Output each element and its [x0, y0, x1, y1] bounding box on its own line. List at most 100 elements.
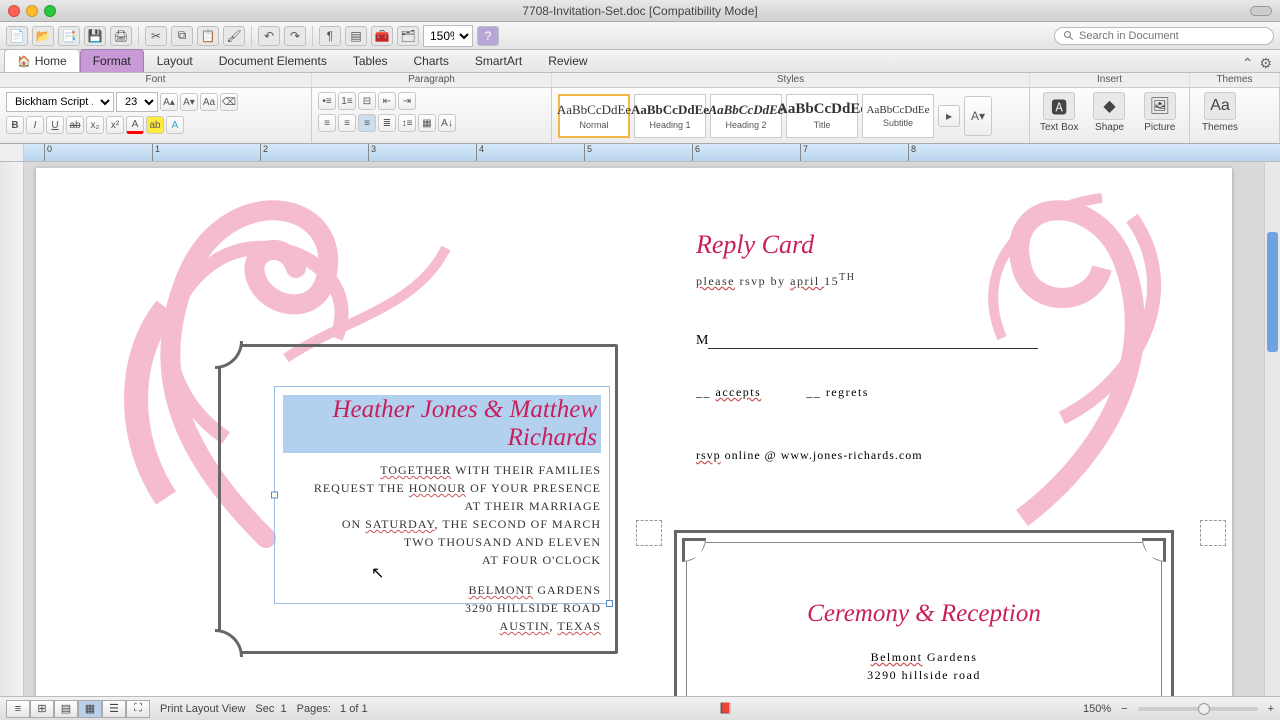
- tab-smartart[interactable]: SmartArt: [462, 49, 535, 72]
- styles-pane-icon[interactable]: A▾: [964, 96, 992, 136]
- align-left-button[interactable]: ≡: [318, 114, 336, 132]
- redo-icon[interactable]: ↷: [284, 26, 306, 46]
- view-print-button[interactable]: ▦: [78, 700, 102, 718]
- subscript-button[interactable]: x₂: [86, 116, 104, 134]
- search-box[interactable]: [1054, 27, 1274, 45]
- tab-format[interactable]: Format: [80, 49, 144, 72]
- titlebar-pill[interactable]: [1250, 6, 1272, 16]
- zoom-slider[interactable]: [1138, 707, 1258, 711]
- insert-picture[interactable]: 🖼Picture: [1137, 92, 1183, 139]
- change-case-icon[interactable]: Aa: [200, 93, 218, 111]
- insert-shape[interactable]: ◆Shape: [1086, 92, 1132, 139]
- gallery-icon[interactable]: 🗂: [397, 26, 419, 46]
- multilevel-button[interactable]: ⊟: [358, 92, 376, 110]
- view-fullscreen-button[interactable]: ⛶: [126, 700, 150, 718]
- invitation-textbox[interactable]: Heather Jones & Matthew Richards Togethe…: [274, 386, 610, 604]
- tab-review[interactable]: Review: [535, 49, 600, 72]
- scroll-thumb[interactable]: [1267, 232, 1278, 352]
- undo-icon[interactable]: ↶: [258, 26, 280, 46]
- style-title[interactable]: AaBbCcDdEeTitle: [786, 94, 858, 138]
- italic-button[interactable]: I: [26, 116, 44, 134]
- zoom-in-button[interactable]: +: [1268, 703, 1274, 715]
- invite-line-1[interactable]: Together with their families: [283, 461, 601, 479]
- ruler-horizontal[interactable]: 012345678: [0, 144, 1280, 162]
- font-color-button[interactable]: A: [126, 116, 144, 134]
- close-icon[interactable]: [8, 5, 20, 17]
- tab-home[interactable]: Home: [4, 49, 80, 72]
- zoom-icon[interactable]: [44, 5, 56, 17]
- text-effects-button[interactable]: A: [166, 116, 184, 134]
- new-doc-icon[interactable]: 📄: [6, 26, 28, 46]
- couple-names[interactable]: Heather Jones & Matthew Richards: [283, 395, 601, 453]
- align-center-button[interactable]: ≡: [338, 114, 356, 132]
- styles-more-icon[interactable]: ▸: [938, 105, 960, 127]
- numbering-button[interactable]: 1≡: [338, 92, 356, 110]
- print-icon[interactable]: 🖨: [110, 26, 132, 46]
- invite-line-4[interactable]: on Saturday, the second of March: [283, 515, 601, 533]
- cut-icon[interactable]: ✂: [145, 26, 167, 46]
- decrease-indent-button[interactable]: ⇤: [378, 92, 396, 110]
- invite-line-2[interactable]: request the honour of your presence: [283, 479, 601, 497]
- scrollbar-vertical[interactable]: [1264, 162, 1280, 696]
- open-icon[interactable]: 📂: [32, 26, 54, 46]
- ruler-vertical[interactable]: [0, 162, 24, 696]
- shading-button[interactable]: ▦: [418, 114, 436, 132]
- line-spacing-button[interactable]: ↕≡: [398, 114, 416, 132]
- style-normal[interactable]: AaBbCcDdEeNormal: [558, 94, 630, 138]
- view-notebook-button[interactable]: ☰: [102, 700, 126, 718]
- collapse-ribbon-icon[interactable]: ⌃: [1242, 55, 1254, 72]
- view-publishing-button[interactable]: ▤: [54, 700, 78, 718]
- resize-handle-left[interactable]: [271, 492, 278, 499]
- style-subtitle[interactable]: AaBbCcDdEeSubtitle: [862, 94, 934, 138]
- tab-tables[interactable]: Tables: [340, 49, 401, 72]
- invite-venue[interactable]: Belmont Gardens: [283, 581, 601, 599]
- insert-textbox[interactable]: 🅰Text Box: [1036, 92, 1082, 139]
- sort-button[interactable]: A↓: [438, 114, 456, 132]
- spell-icon[interactable]: 📕: [718, 702, 732, 715]
- resize-handle-br[interactable]: [606, 600, 613, 607]
- justify-button[interactable]: ≣: [378, 114, 396, 132]
- invite-line-5[interactable]: two thousand and eleven: [283, 533, 601, 551]
- document-page[interactable]: Heather Jones & Matthew Richards Togethe…: [36, 168, 1232, 696]
- bullets-button[interactable]: •≡: [318, 92, 336, 110]
- invite-address[interactable]: 3290 hillside road: [283, 599, 601, 617]
- superscript-button[interactable]: x²: [106, 116, 124, 134]
- zoom-knob[interactable]: [1198, 703, 1210, 715]
- template-icon[interactable]: 📑: [58, 26, 80, 46]
- tab-charts[interactable]: Charts: [401, 49, 462, 72]
- style-heading1[interactable]: AaBbCcDdEeHeading 1: [634, 94, 706, 138]
- increase-indent-button[interactable]: ⇥: [398, 92, 416, 110]
- copy-icon[interactable]: ⧉: [171, 26, 193, 46]
- save-icon[interactable]: 💾: [84, 26, 106, 46]
- sidebar-icon[interactable]: ▤: [345, 26, 367, 46]
- style-heading2[interactable]: AaBbCcDdEeHeading 2: [710, 94, 782, 138]
- toolbox-icon[interactable]: 🧰: [371, 26, 393, 46]
- invite-city[interactable]: Austin, Texas: [283, 617, 601, 635]
- strike-button[interactable]: ab: [66, 116, 84, 134]
- font-name-select[interactable]: Bickham Script ...: [6, 92, 114, 112]
- help-icon[interactable]: ?: [477, 26, 499, 46]
- shrink-font-icon[interactable]: A▾: [180, 93, 198, 111]
- font-size-select[interactable]: 23: [116, 92, 158, 112]
- underline-button[interactable]: U: [46, 116, 64, 134]
- format-painter-icon[interactable]: 🖌: [223, 26, 245, 46]
- view-outline-button[interactable]: ⊞: [30, 700, 54, 718]
- tab-document-elements[interactable]: Document Elements: [206, 49, 340, 72]
- pilcrow-icon[interactable]: ¶: [319, 26, 341, 46]
- invite-line-6[interactable]: at four o'clock: [283, 551, 601, 569]
- zoom-select[interactable]: 150%: [423, 25, 473, 47]
- bold-button[interactable]: B: [6, 116, 24, 134]
- view-draft-button[interactable]: ≡: [6, 700, 30, 718]
- themes-button[interactable]: AaThemes: [1196, 92, 1244, 139]
- clear-format-icon[interactable]: ⌫: [220, 93, 238, 111]
- highlight-button[interactable]: ab: [146, 116, 164, 134]
- ribbon-prefs-icon[interactable]: ⚙: [1259, 55, 1272, 72]
- align-right-button[interactable]: ≡: [358, 114, 376, 132]
- minimize-icon[interactable]: [26, 5, 38, 17]
- zoom-percent[interactable]: 150%: [1083, 703, 1111, 715]
- search-input[interactable]: [1079, 30, 1265, 42]
- zoom-out-button[interactable]: −: [1121, 703, 1127, 715]
- invite-line-3[interactable]: at their marriage: [283, 497, 601, 515]
- grow-font-icon[interactable]: A▴: [160, 93, 178, 111]
- tab-layout[interactable]: Layout: [144, 49, 206, 72]
